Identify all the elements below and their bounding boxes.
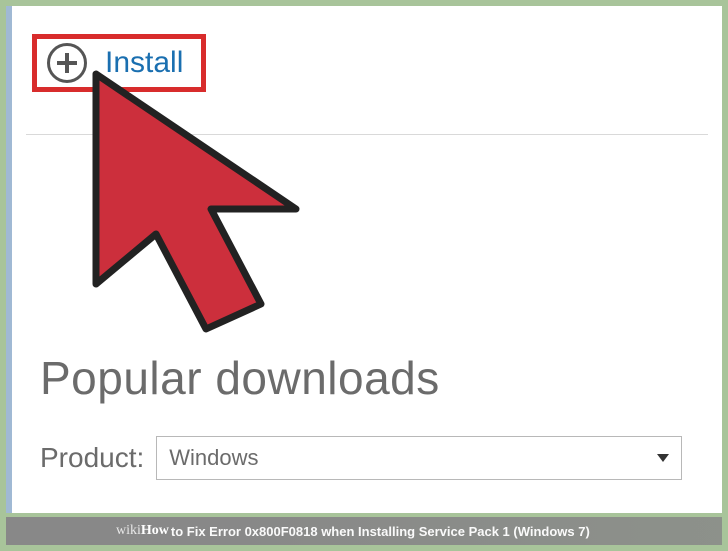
divider [26, 134, 708, 135]
install-label: Install [105, 46, 183, 80]
plus-icon [47, 43, 87, 83]
caption-brand-b: How [141, 523, 169, 539]
product-select[interactable]: Windows [156, 436, 682, 480]
popular-downloads-heading: Popular downloads [40, 351, 440, 405]
cursor-arrow-icon [76, 64, 356, 344]
install-button[interactable]: Install [32, 34, 206, 92]
product-label: Product: [40, 442, 144, 474]
product-selected-value: Windows [169, 445, 258, 471]
chevron-down-icon [657, 454, 669, 462]
caption-text: to Fix Error 0x800F0818 when Installing … [171, 524, 590, 539]
caption-bar: wikiHow to Fix Error 0x800F0818 when Ins… [6, 517, 722, 545]
content-panel: Install Popular downloads Product: Windo… [6, 6, 722, 513]
caption-brand-a: wiki [116, 523, 141, 539]
product-row: Product: Windows [40, 436, 682, 480]
